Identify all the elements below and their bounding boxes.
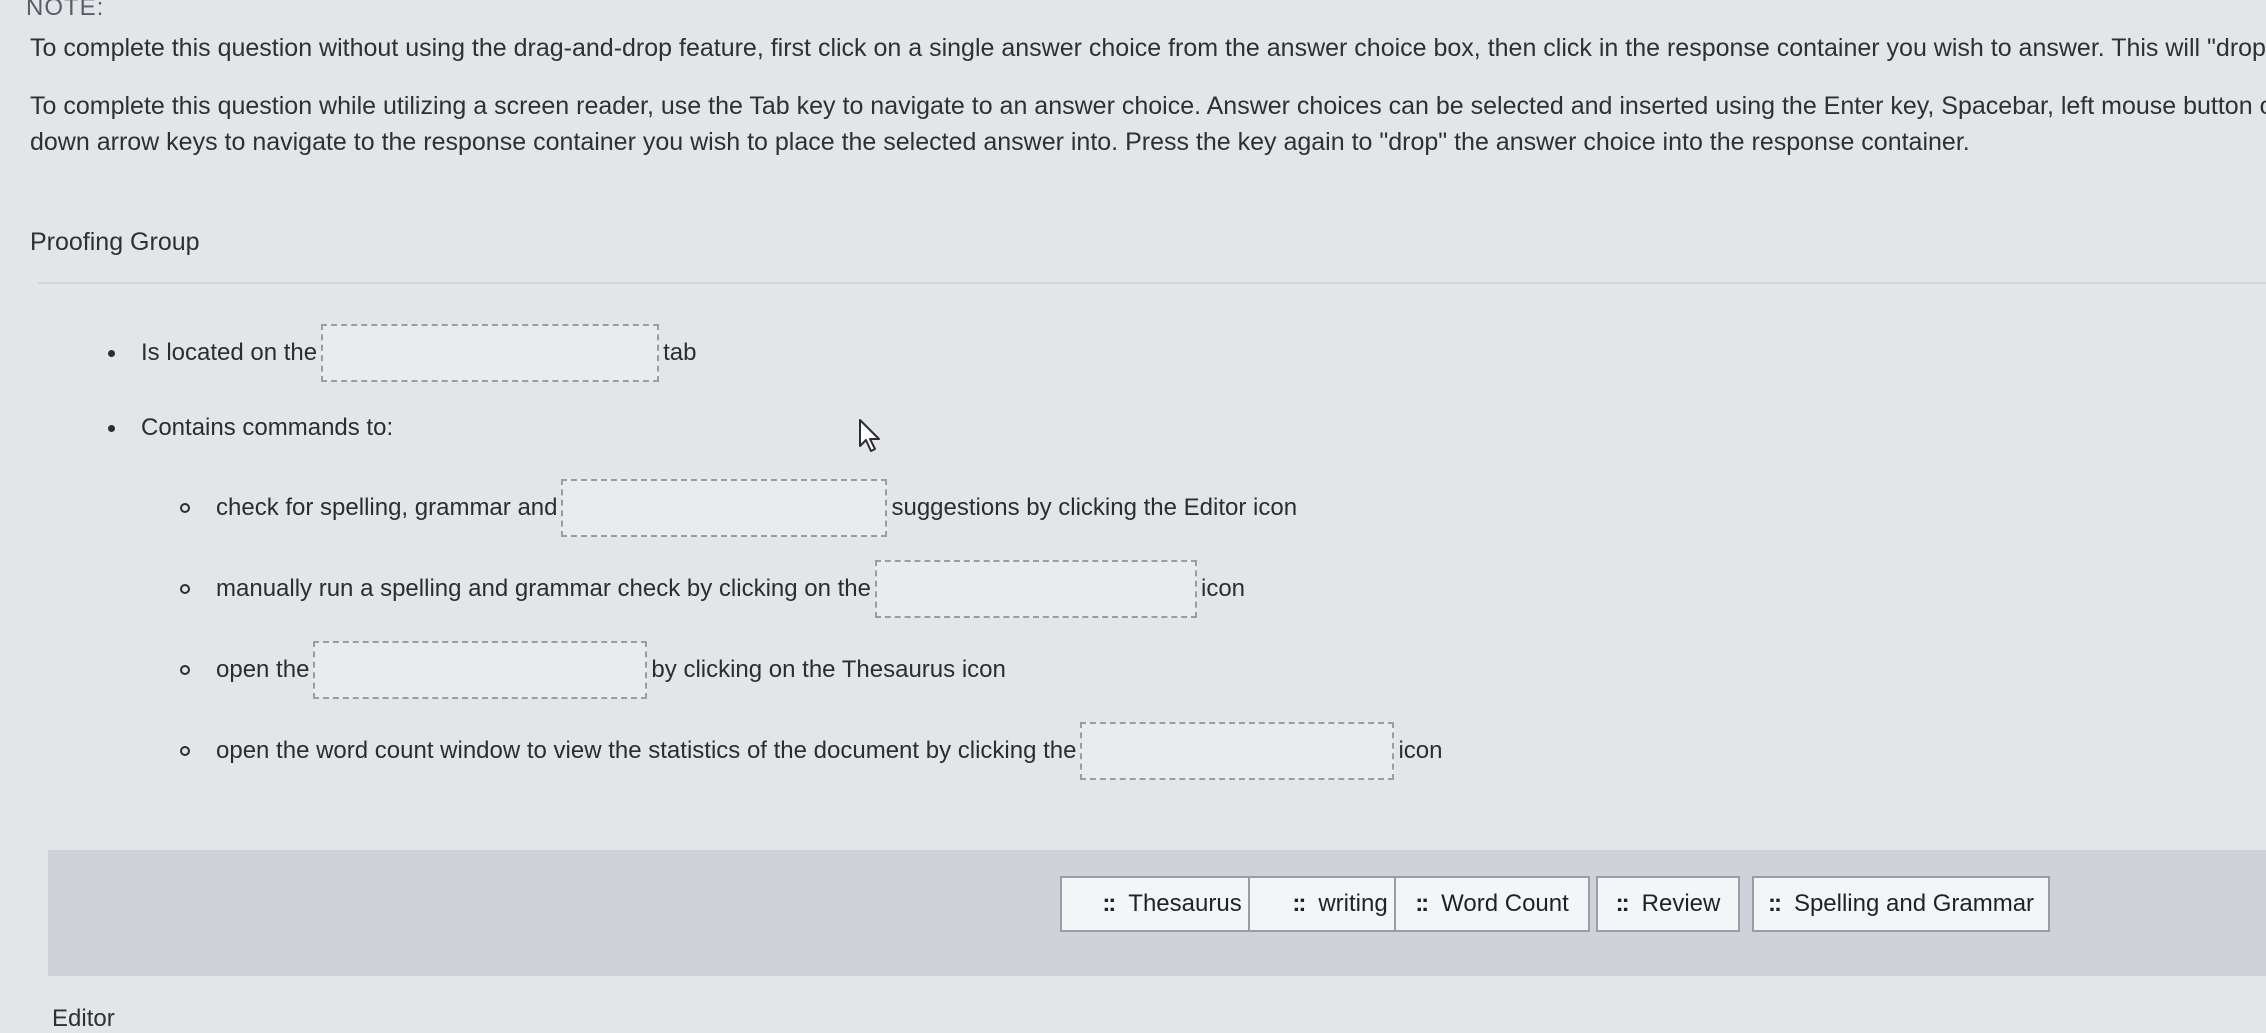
manual-prefix: manually run a spelling and grammar chec…	[216, 575, 871, 602]
bullet	[108, 424, 115, 432]
instructions: To complete this question without using …	[30, 30, 2266, 160]
note-label: NOTE:	[26, 0, 105, 21]
circle-bullet	[180, 665, 190, 675]
open-item: open the by clicking on the Thesaurus ic…	[180, 641, 1006, 699]
response-container-thesaurus[interactable]	[313, 641, 648, 699]
contains-item: Contains commands to:	[108, 414, 393, 442]
editor-label: Editor	[52, 1005, 115, 1032]
bullet	[108, 349, 115, 357]
located-suffix: tab	[663, 339, 697, 366]
choice-label: writing	[1318, 890, 1388, 917]
circle-bullet	[180, 503, 190, 513]
response-container-tab[interactable]	[321, 324, 660, 382]
drag-handle-icon: ::	[1615, 890, 1630, 917]
choice-label: Thesaurus	[1128, 890, 1242, 917]
response-container-wordcount[interactable]	[1080, 722, 1395, 780]
screen-reader-instruction-line1: To complete this question while utilizin…	[30, 92, 2266, 120]
drag-handle-icon: ::	[1292, 890, 1306, 917]
choice-word-count[interactable]: :: Word Count	[1394, 876, 1590, 932]
response-container-suggestions[interactable]	[561, 479, 888, 537]
check-item: check for spelling, grammar and suggesti…	[180, 479, 1297, 537]
open-prefix: open the	[216, 656, 310, 683]
answer-choice-box: :: Thesaurus :: writing :: Word Count ::…	[48, 850, 2266, 976]
drag-handle-icon: ::	[1102, 890, 1116, 917]
choice-label: Review	[1641, 890, 1721, 917]
drag-drop-instruction: To complete this question without using …	[30, 34, 2266, 62]
circle-bullet	[180, 584, 190, 594]
manual-item: manually run a spelling and grammar chec…	[180, 560, 1245, 618]
check-prefix: check for spelling, grammar and	[216, 494, 558, 521]
open-suffix: by clicking on the Thesaurus icon	[651, 656, 1006, 683]
choice-label: Word Count	[1441, 890, 1569, 917]
choice-review[interactable]: :: Review	[1596, 876, 1740, 932]
circle-bullet	[180, 746, 190, 756]
wordcount-item: open the word count window to view the s…	[180, 722, 1443, 780]
mouse-cursor-icon	[859, 419, 880, 452]
response-container-spellcheck[interactable]	[875, 560, 1197, 618]
group-title: Proofing Group	[30, 228, 200, 256]
wordcount-prefix: open the word count window to view the s…	[216, 737, 1077, 764]
check-suffix: suggestions by clicking the Editor icon	[891, 494, 1298, 521]
drag-handle-icon: ::	[1415, 890, 1429, 917]
manual-suffix: icon	[1201, 575, 1246, 602]
screen-reader-instruction-line2: down arrow keys to navigate to the respo…	[30, 128, 1970, 156]
contains-label: Contains commands to:	[141, 414, 394, 441]
choice-label: Spelling and Grammar	[1793, 890, 2035, 917]
located-item: Is located on the tab	[108, 324, 697, 382]
drag-handle-icon: ::	[1767, 890, 1782, 917]
located-prefix: Is located on the	[141, 339, 318, 366]
choice-spelling-grammar[interactable]: :: Spelling and Grammar	[1752, 876, 2050, 932]
wordcount-suffix: icon	[1398, 737, 1443, 764]
